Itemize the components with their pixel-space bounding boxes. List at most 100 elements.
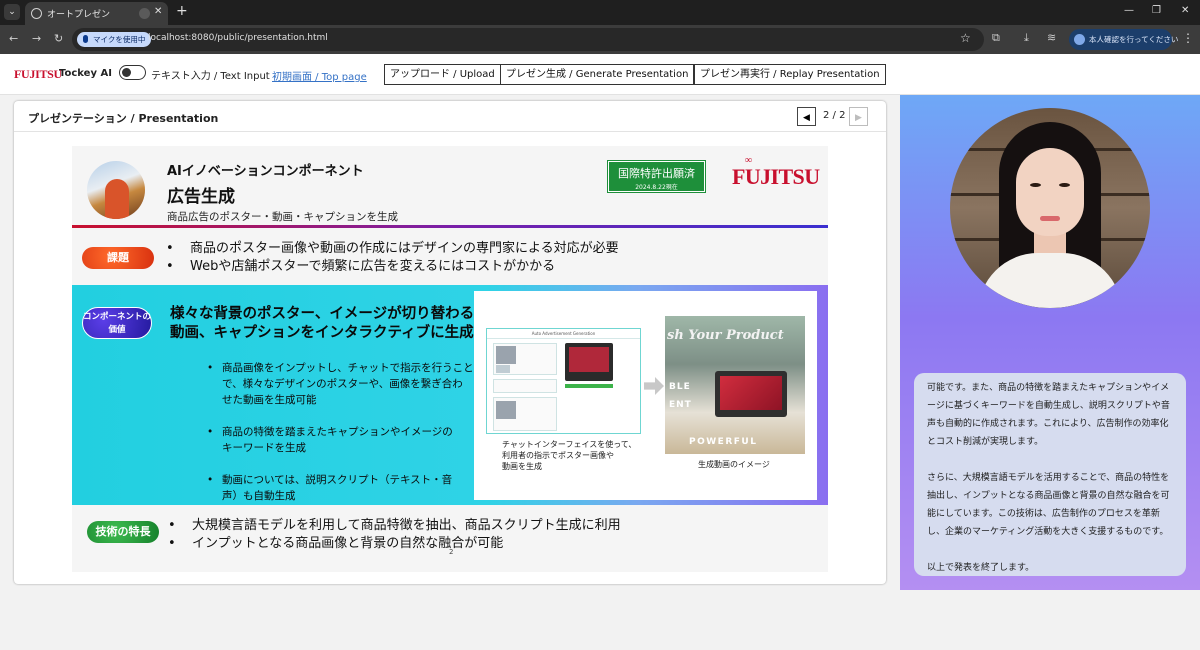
tab-media-icon[interactable] [139,8,150,19]
presentation-title: プレゼンテーション / Presentation [28,112,219,125]
download-icon[interactable]: ⤓ [1024,32,1036,44]
presenter-mouth [1040,216,1060,221]
presenter-avatar [950,108,1150,308]
value-point: 商品の特徴を踏まえたキャプションやイメージの キーワードを生成 [207,424,474,456]
upload-button[interactable]: アップロード / Upload [384,64,501,85]
issue-list: 商品のポスター画像や動画の作成にはデザインの専門家による対応が必要 Webや店舗… [166,240,619,276]
top-page-link[interactable]: 初期画面 / Top page [272,68,367,83]
app-name: Tockey AI [59,68,112,79]
cast-icon[interactable]: ≋ [1047,32,1059,44]
mock-header: Auto Advertisement Generation [487,329,640,339]
slide-avatar-person [105,179,129,219]
more-menu-icon[interactable]: ⋮ [1182,31,1194,45]
presenter-face [1016,148,1084,236]
avatar-icon [1074,34,1085,45]
next-slide-button[interactable]: ▶ [849,107,868,126]
narration-text: 可能です。また、商品の特徴を踏まえたキャプションやイメージに基づくキーワードを自… [914,373,1186,576]
text-input-toggle[interactable] [119,65,146,80]
value-headline-line: 様々な背景のポスター、イメージが切り替わる [170,306,475,322]
presenter-eye [1030,183,1041,187]
forward-icon[interactable]: → [32,32,41,45]
back-icon[interactable]: ← [9,32,18,45]
value-point-line: せた動画を生成可能 [222,394,317,406]
mic-icon [83,35,88,43]
chat-caption-line: チャットインターフェイスを使って、 [502,440,637,449]
mock-thumbnail [496,401,516,419]
reload-icon[interactable]: ↻ [54,32,63,45]
tech-list: 大規模言語モデルを利用して商品特徴を抽出、商品スクリプト生成に利用 インプットと… [168,517,621,553]
slide-header-rule [72,225,828,228]
generated-video-image: sh Your Product BLE ENT POWERFUL [665,316,805,454]
slide-avatar-image [87,161,145,219]
value-label: コンポーネントの 価値 [82,307,152,339]
mic-chip-label: マイクを使用中 [93,35,146,44]
mock-thumbnail [496,365,510,373]
url-text[interactable]: localhost:8080/public/presentation.html [148,33,328,43]
presenter-panel: 可能です。また、商品の特徴を踏まえたキャプションやイメージに基づくキーワードを自… [900,95,1200,590]
tech-label: 技術の特長 [87,521,159,543]
minimize-icon[interactable]: — [1124,5,1134,16]
browser-tab-bar: ⌄ オートプレゼン ✕ + — ❐ ✕ [0,0,1200,25]
profile-chip[interactable]: 本人確認を行ってください [1069,29,1178,50]
video-laptop [715,371,787,417]
value-headline-line: 動画、キャプションをインタラクティブに生成 [170,325,474,341]
slide-kicker: AIイノベーションコンポーネント [167,164,364,179]
tab-title: オートプレゼン [47,10,111,20]
new-tab-icon[interactable]: + [176,3,188,19]
patent-badge-date: 2024.8.22現在 [635,184,678,191]
window-close-icon[interactable]: ✕ [1181,5,1189,16]
toggle-knob [122,67,131,77]
chat-caption-line: 動画を生成 [502,462,542,471]
presentation-card: プレゼンテーション / Presentation ◀ 2 / 2 ▶ AIイノベ… [14,101,886,584]
tech-item: 大規模言語モデルを利用して商品特徴を抽出、商品スクリプト生成に利用 [168,517,621,535]
value-point-line: キーワードを生成 [222,442,306,454]
close-icon[interactable]: ✕ [154,6,162,17]
bookmark-star-icon[interactable]: ☆ [960,31,971,45]
value-point: 動画については、説明スクリプト（テキスト・音 声）も自動生成 [207,472,474,504]
browser-toolbar: ← → ↻ マイクを使用中 localhost:8080/public/pres… [0,25,1200,54]
patent-badge: 国際特許出願済 2024.8.22現在 [607,160,706,193]
value-point-line: で、様々なデザインのポスターや、画像を繋ぎ合わ [222,378,463,390]
slide: AIイノベーションコンポーネント 広告生成 商品広告のポスター・動画・キャプショ… [72,146,828,572]
mock-thumbnail [496,346,516,364]
generate-presentation-button[interactable]: プレゼン生成 / Generate Presentation [500,64,695,85]
browser-tab[interactable]: オートプレゼン ✕ [25,2,168,25]
patent-badge-text: 国際特許出願済 [618,167,695,180]
prev-slide-button[interactable]: ◀ [797,107,816,126]
address-bar[interactable]: マイクを使用中 localhost:8080/public/presentati… [72,28,984,51]
value-headline: 様々な背景のポスター、イメージが切り替わる 動画、キャプションをインタラクティブ… [170,305,474,343]
mock-progress-bar [565,384,613,388]
value-point-line: 動画については、説明スクリプト（テキスト・音 [222,474,453,486]
slide-logo-text: FUJITSU [732,164,820,189]
app-header: FUJITSU Tockey AI テキスト入力 / Text Input 初期… [0,54,1200,95]
value-points: 商品画像をインプットし、チャットで指示を行うこと で、様々なデザインのポスターや… [207,360,474,520]
fujitsu-infinity-icon: ∞ [745,155,752,166]
value-label-line: コンポーネントの [83,312,152,322]
tech-item: インプットとなる商品画像と背景の自然な融合が可能 [168,535,621,553]
video-title: sh Your Product [667,328,784,343]
card-divider [14,131,886,132]
mock-laptop-image [565,343,613,381]
profile-chip-label: 本人確認を行ってください [1089,35,1179,44]
issue-item: 商品のポスター画像や動画の作成にはデザインの専門家による対応が必要 [166,240,619,258]
video-caption: 生成動画のイメージ [698,460,770,469]
restore-icon[interactable]: ❐ [1152,5,1161,16]
replay-presentation-button[interactable]: プレゼン再実行 / Replay Presentation [694,64,886,85]
chat-caption: チャットインターフェイスを使って、 利用者の指示でポスター画像や 動画を生成 [502,439,636,472]
video-word: ENT [669,400,692,410]
presenter-eye [1059,183,1070,187]
arrow-right-icon [644,377,664,395]
extensions-icon[interactable]: ⧉ [992,32,1004,44]
value-point-line: 商品画像をインプットし、チャットで指示を行うこと [222,362,474,374]
globe-icon [31,8,42,19]
mic-in-use-chip[interactable]: マイクを使用中 [77,32,152,47]
demo-screenshot: Auto Advertisement Generation sh Your Pr… [474,291,817,500]
page-indicator: 2 / 2 [823,110,846,121]
value-section: コンポーネントの 価値 様々な背景のポスター、イメージが切り替わる 動画、キャプ… [72,285,828,505]
tab-search-icon[interactable]: ⌄ [4,4,20,20]
slide-fujitsu-logo: ∞ FUJITSU [732,155,820,190]
chat-interface-mock: Auto Advertisement Generation [486,328,641,434]
value-label-line: 価値 [108,325,126,335]
video-word: BLE [669,382,691,392]
video-word: POWERFUL [689,437,758,447]
